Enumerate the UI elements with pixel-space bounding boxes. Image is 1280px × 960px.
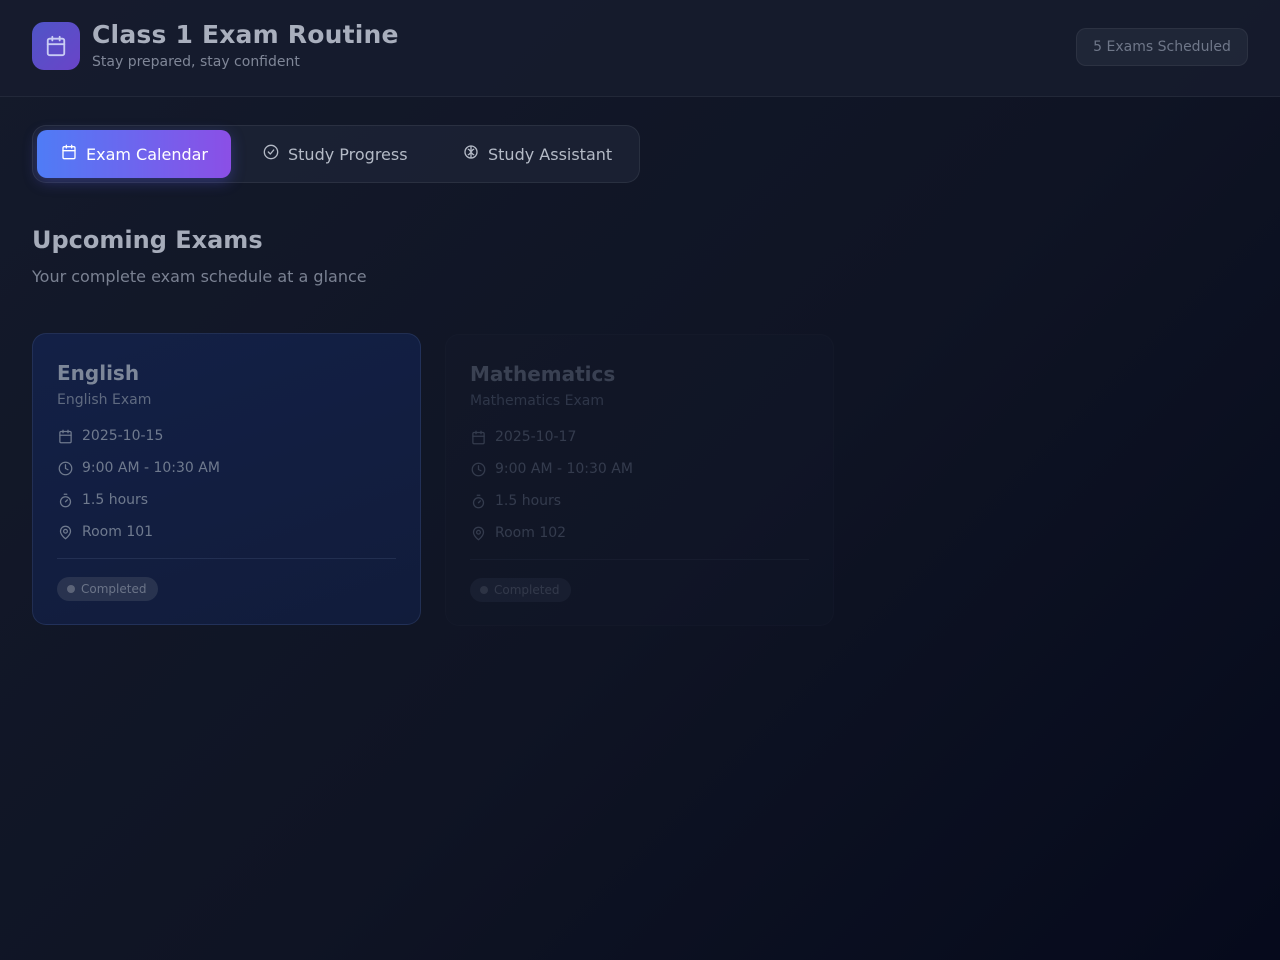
status-label: Completed [81, 582, 147, 596]
exam-date-row: 2025-10-17 [470, 429, 576, 445]
exam-card-mathematics[interactable]: Mathematics Mathematics Exam 2025-10-17 … [445, 334, 834, 626]
status-badge: Completed [470, 578, 572, 602]
timer-icon [57, 492, 73, 508]
tab-exam-calendar[interactable]: Exam Calendar [37, 130, 231, 178]
check-circle-icon [263, 144, 279, 164]
exam-duration: 1.5 hours [495, 493, 562, 509]
calendar-icon [61, 144, 77, 164]
exam-subject: English [57, 361, 140, 385]
exam-time-row: 9:00 AM - 10:30 AM [470, 461, 633, 477]
exam-duration: 1.5 hours [82, 492, 149, 508]
exam-time-row: 9:00 AM - 10:30 AM [57, 460, 220, 476]
exam-room-row: Room 102 [470, 525, 566, 541]
calendar-icon [32, 22, 80, 70]
tab-study-progress[interactable]: Study Progress [247, 130, 424, 178]
exam-time: 9:00 AM - 10:30 AM [82, 460, 220, 476]
exam-subject: Mathematics [470, 362, 616, 386]
exam-room: Room 101 [82, 524, 154, 540]
calendar-icon [57, 428, 73, 444]
app-title: Class 1 Exam Routine [92, 20, 399, 49]
exam-duration-row: 1.5 hours [470, 493, 561, 509]
status-badge: Completed [57, 577, 159, 601]
tab-label: Study Progress [288, 144, 408, 164]
app-header: Class 1 Exam Routine Stay prepared, stay… [0, 0, 1280, 97]
exams-scheduled-badge: 5 Exams Scheduled [1076, 28, 1248, 66]
exam-date: 2025-10-15 [82, 428, 164, 444]
map-pin-icon [470, 525, 486, 541]
exam-duration-row: 1.5 hours [57, 492, 148, 508]
section-title: Upcoming Exams [32, 226, 263, 254]
exam-date-row: 2025-10-15 [57, 428, 163, 444]
tab-label: Exam Calendar [86, 144, 208, 164]
timer-icon [470, 493, 486, 509]
tab-bar: Exam Calendar Study Progress Study Assis… [32, 125, 640, 183]
section-subtitle: Your complete exam schedule at a glance [32, 267, 367, 286]
exam-name: English Exam [57, 392, 152, 408]
exam-room-row: Room 101 [57, 524, 153, 540]
exam-room: Room 102 [495, 525, 567, 541]
status-label: Completed [494, 583, 560, 597]
exam-date: 2025-10-17 [495, 429, 577, 445]
divider [470, 559, 809, 560]
exam-card-english[interactable]: English English Exam 2025-10-15 9:00 AM … [32, 333, 421, 625]
status-dot [67, 585, 75, 593]
tab-label: Study Assistant [488, 144, 613, 164]
exam-name: Mathematics Exam [470, 393, 605, 409]
calendar-icon [470, 429, 486, 445]
tab-study-assistant[interactable]: Study Assistant [447, 130, 628, 178]
clock-icon [57, 460, 73, 476]
exam-time: 9:00 AM - 10:30 AM [495, 461, 633, 477]
app-subtitle: Stay prepared, stay confident [92, 54, 300, 70]
divider [57, 558, 396, 559]
clock-icon [470, 461, 486, 477]
status-dot [480, 586, 488, 594]
map-pin-icon [57, 524, 73, 540]
brain-icon [463, 144, 479, 164]
